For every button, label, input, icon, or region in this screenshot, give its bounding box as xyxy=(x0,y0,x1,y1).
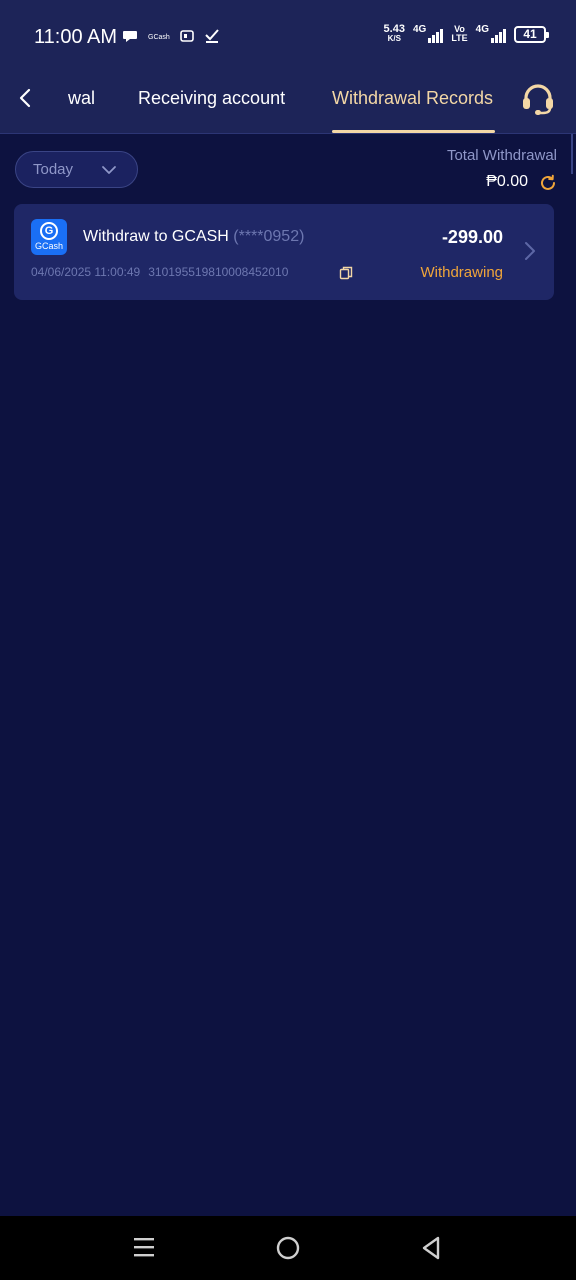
recent-apps-button[interactable] xyxy=(132,1235,156,1259)
signal-icon-sim1: 4G xyxy=(412,24,444,43)
gcash-logo-text: GCash xyxy=(34,241,63,251)
tab-withdrawal-records[interactable]: Withdrawal Records xyxy=(332,88,493,109)
network-speed-unit: K/S xyxy=(387,34,401,43)
chevron-left-icon xyxy=(19,88,31,108)
record-method: Withdraw to GCASH xyxy=(83,228,229,245)
record-datetime: 04/06/2025 11:00:49 xyxy=(31,265,141,279)
chevron-right-icon xyxy=(523,240,537,262)
home-circle-icon xyxy=(276,1236,300,1260)
record-title: Withdraw to GCASH (****0952) xyxy=(83,228,304,246)
headset-icon xyxy=(523,84,553,115)
record-account-masked: (****0952) xyxy=(233,228,305,245)
customer-support-button[interactable] xyxy=(519,80,557,118)
network-speed: 5.43 K/S xyxy=(384,24,405,44)
sim1-network-label: 4G xyxy=(412,24,427,35)
menu-icon xyxy=(134,1238,154,1257)
home-button[interactable] xyxy=(275,1235,301,1261)
gcash-notif-icon: GCash xyxy=(148,34,170,41)
back-triangle-icon xyxy=(422,1236,440,1260)
status-time: 11:00 AM xyxy=(34,26,118,48)
system-back-button[interactable] xyxy=(419,1235,443,1261)
total-withdrawal-label: Total Withdrawal xyxy=(446,147,557,164)
active-tab-indicator xyxy=(332,130,495,133)
refresh-icon xyxy=(541,174,555,190)
volte-icon: Vo LTE xyxy=(451,25,467,43)
gcash-g-mark: G xyxy=(40,222,58,240)
record-amount: -299.00 xyxy=(441,227,503,247)
copy-order-id-button[interactable] xyxy=(339,266,353,280)
record-status: Withdrawing xyxy=(420,264,503,281)
refresh-button[interactable] xyxy=(539,174,557,192)
message-icon xyxy=(122,28,138,48)
system-navigation-bar xyxy=(0,1216,576,1280)
status-bar: 11:00 AM GCash 5.43 K/S 4G Vo LTE 4G 41 xyxy=(0,0,576,72)
checkmark-icon xyxy=(204,28,220,48)
tab-withdrawal[interactable]: wal xyxy=(68,88,95,109)
copy-icon xyxy=(339,266,353,280)
total-withdrawal-amount: ₱0.00 xyxy=(486,173,528,190)
back-button[interactable] xyxy=(12,84,40,112)
date-filter-label: Today xyxy=(33,161,74,178)
record-meta: 04/06/2025 11:00:49 310195519810008452010 xyxy=(31,265,288,279)
signal-icon-sim2: 4G xyxy=(476,25,506,43)
system-status-icons: 5.43 K/S 4G Vo LTE 4G 41 xyxy=(384,24,549,44)
scroll-edge xyxy=(571,134,573,174)
gcash-logo-icon: G GCash xyxy=(31,219,67,255)
record-order-id: 310195519810008452010 xyxy=(148,265,289,279)
notification-icons: GCash xyxy=(122,28,220,48)
battery-icon: 41 xyxy=(514,25,549,43)
chevron-down-icon xyxy=(102,166,116,174)
tab-header: wal Receiving account Withdrawal Records xyxy=(0,72,576,174)
volte-bottom: LTE xyxy=(451,33,468,43)
sim2-network-label: 4G xyxy=(475,24,489,35)
withdrawal-record-item[interactable]: G GCash Withdraw to GCASH (****0952) -29… xyxy=(14,204,554,300)
date-filter-dropdown[interactable]: Today xyxy=(15,151,138,188)
payment-app-icon xyxy=(179,29,194,47)
tab-receiving-account[interactable]: Receiving account xyxy=(138,88,285,109)
